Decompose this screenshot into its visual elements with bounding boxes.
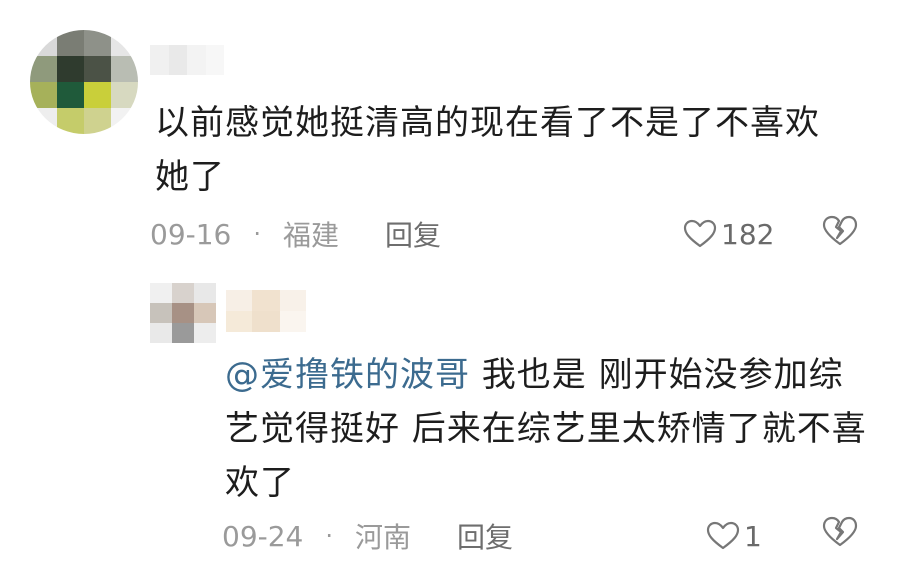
comment-meta: 09-16 · 福建 回复	[150, 212, 441, 256]
avatar[interactable]	[150, 283, 216, 343]
like-count: 1	[744, 519, 762, 553]
like-count: 182	[721, 217, 775, 251]
comment-date: 09-16	[150, 217, 232, 251]
heart-outline-icon	[683, 219, 717, 248]
like-button[interactable]: 1	[706, 514, 762, 558]
reply-button[interactable]: 回复	[457, 516, 513, 556]
reply-text: @爱撸铁的波哥 我也是 刚开始没参加综艺觉得挺好 后来在综艺里太矫情了就不喜欢了	[225, 348, 875, 510]
comment-text: 以前感觉她挺清高的现在看了不是了不喜欢她了	[155, 103, 820, 197]
meta-separator: ·	[253, 220, 262, 248]
dislike-button[interactable]	[822, 215, 858, 251]
reply-button[interactable]: 回复	[385, 214, 441, 254]
meta-separator: ·	[325, 522, 334, 550]
dislike-button[interactable]	[822, 516, 858, 552]
broken-heart-icon	[822, 215, 858, 246]
username-redacted	[150, 45, 224, 75]
reply-date: 09-24	[222, 519, 304, 553]
like-button[interactable]: 182	[683, 212, 774, 256]
username-redacted	[226, 290, 306, 332]
broken-heart-icon	[822, 516, 858, 547]
mention-link[interactable]: @爱撸铁的波哥	[225, 355, 470, 395]
reply-location: 河南	[355, 521, 412, 554]
avatar[interactable]	[30, 30, 138, 134]
heart-outline-icon	[706, 521, 740, 550]
comment-location: 福建	[283, 219, 340, 252]
reply-meta: 09-24 · 河南 回复	[222, 514, 513, 558]
